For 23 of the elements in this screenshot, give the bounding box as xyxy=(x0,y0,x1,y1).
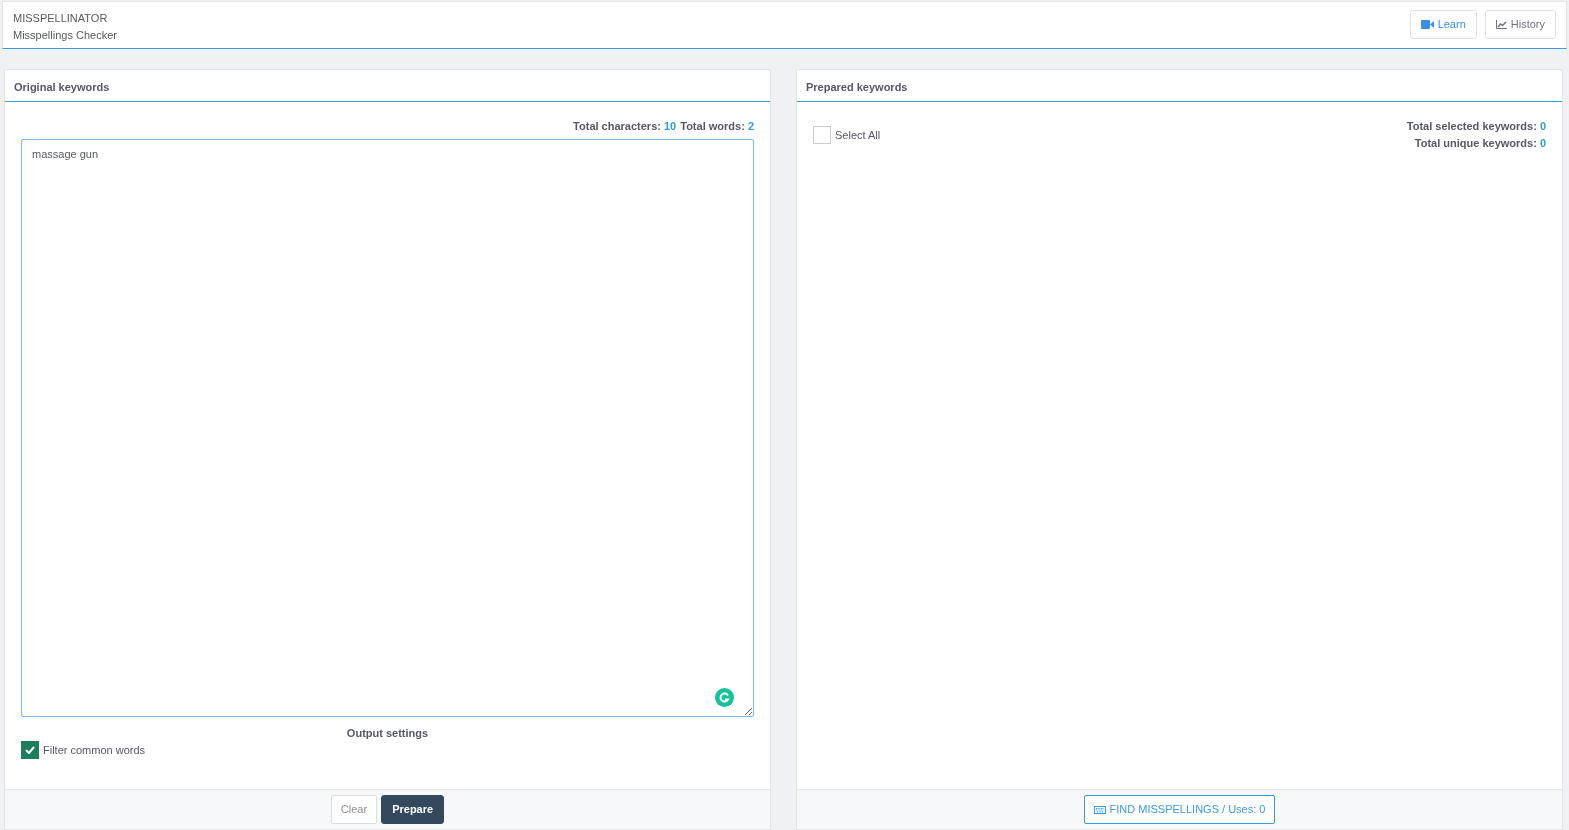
app-title: MISSPELLINATOR xyxy=(13,11,109,26)
checkbox[interactable] xyxy=(21,741,39,759)
stat-text: Total unique keywords: 0 xyxy=(1413,135,1546,151)
video-camera-icon xyxy=(1420,19,1434,29)
find-misspellings-button[interactable]: FIND MISSPELLINGS / Uses: 0 xyxy=(1083,795,1276,824)
keyboard-icon xyxy=(1093,805,1106,814)
prepare-button[interactable]: Prepare xyxy=(381,795,445,824)
history-button[interactable]: History xyxy=(1484,10,1556,39)
learn-button[interactable]: Learn xyxy=(1409,10,1477,39)
clear-button[interactable]: Clear xyxy=(330,795,378,824)
stat-text: Total words: 2 xyxy=(680,119,754,134)
checkmark-icon xyxy=(25,746,35,754)
option-label: Filter common words xyxy=(43,742,146,758)
grammar-assistant-icon[interactable] xyxy=(715,687,734,707)
panel-title: Original keywords xyxy=(5,70,770,102)
stat-text: Total characters: 10 xyxy=(573,119,677,134)
section-label: Output settings xyxy=(345,725,430,741)
panel-title: Prepared keywords xyxy=(797,70,1562,102)
line-chart-icon xyxy=(1495,19,1507,29)
app-subtitle: Misspellings Checker xyxy=(13,27,117,43)
stat-text: Total selected keywords: 0 xyxy=(1406,119,1546,134)
keywords-textarea[interactable]: massage gun xyxy=(21,138,754,717)
select-all-label: Select All xyxy=(835,127,881,143)
